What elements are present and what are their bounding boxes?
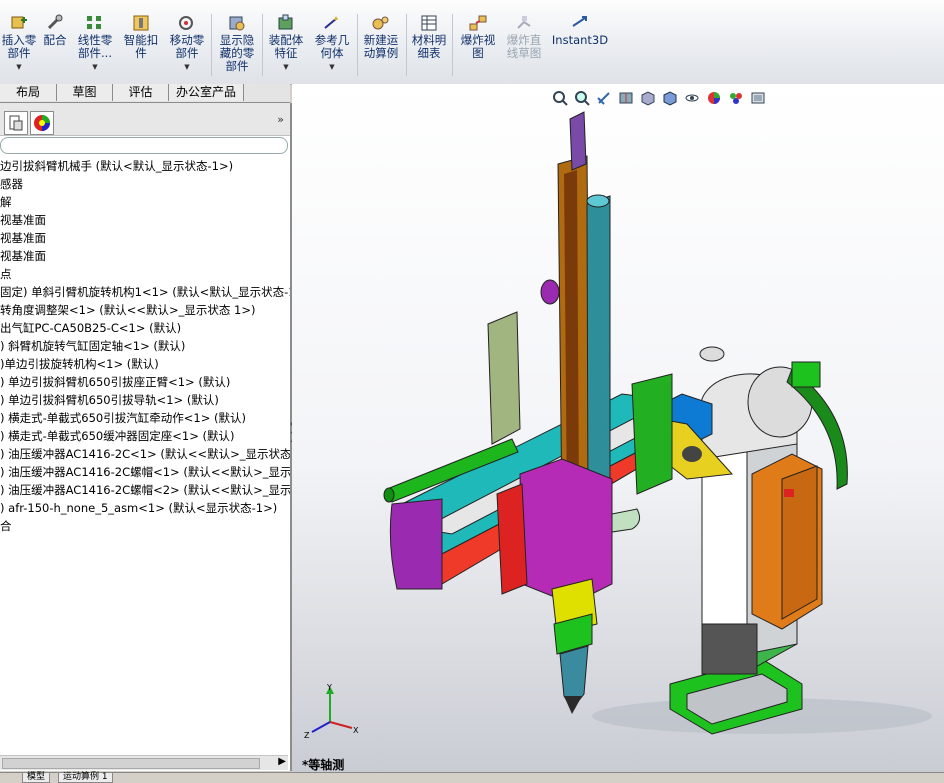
property-manager-icon <box>9 115 23 131</box>
command-manager-toolbar: 插入零 部件 ▼ 配合 线性零 部件... ▼ 智能扣 件 移动零 部件 ▼ 显… <box>0 0 944 85</box>
tree-item[interactable]: ) 油压缓冲器AC1416-2C<1> (默认<<默认>_显示状态 1 <box>0 445 290 463</box>
view-name-label: *等轴测 <box>302 758 345 772</box>
chevron-down-icon[interactable]: ▼ <box>16 61 21 74</box>
toolbar-separator <box>452 14 453 76</box>
tab-layout[interactable]: 布局 <box>0 84 57 101</box>
new-motion-study-icon <box>372 16 389 30</box>
tree-item[interactable]: ) 油压缓冲器AC1416-2C螺帽<1> (默认<<默认>_显示状 <box>0 463 290 481</box>
exploded-view-icon <box>469 15 487 31</box>
expand-panel-button[interactable]: » <box>277 113 284 126</box>
tree-filter-input[interactable] <box>0 137 288 154</box>
insert-component-icon <box>11 16 27 29</box>
display-manager-icon <box>34 115 50 131</box>
tree-item[interactable]: 视基准面 <box>0 247 290 265</box>
tab-motion-study[interactable]: 运动算例 1 <box>58 773 113 783</box>
triad-y-label: Y <box>326 683 332 692</box>
chevron-down-icon[interactable]: ▼ <box>184 61 189 74</box>
tree-item[interactable]: 固定) 单斜引臂机旋转机构1<1> (默认<默认_显示状态-1 <box>0 283 290 301</box>
explode-line-sketch-icon <box>517 16 531 29</box>
tab-office-products[interactable]: 办公室产品 <box>169 84 244 101</box>
mate-icon <box>47 14 63 30</box>
tree-item[interactable]: 视基准面 <box>0 211 290 229</box>
robot-arm-model[interactable] <box>292 84 944 774</box>
smart-fasteners-button[interactable]: 智能扣 件 <box>121 14 161 60</box>
toolbar-separator <box>357 14 358 76</box>
bracket-plate <box>487 311 521 445</box>
linear-pattern-icon <box>87 16 101 29</box>
mate-button[interactable]: 配合 <box>40 14 70 47</box>
toolbar-separator <box>406 14 407 76</box>
move-component-icon <box>179 16 193 30</box>
coordinate-triad: Y X Z <box>304 683 359 740</box>
gripper-carriage <box>496 458 641 635</box>
assembly-features-icon <box>278 14 293 30</box>
tree-item[interactable]: 解 <box>0 193 290 211</box>
assembly-features-button[interactable]: 装配体 特征 ▼ <box>265 14 307 74</box>
triad-x-label: X <box>353 726 359 735</box>
chevron-down-icon[interactable]: ▼ <box>329 61 334 74</box>
tree-item[interactable]: ) 横走式-单截式650引拔汽缸牵动作<1> (默认) <box>0 409 290 427</box>
tree-item[interactable]: ) 单边引拔斜臂机650引拔导轨<1> (默认) <box>0 391 290 409</box>
triad-z-label: Z <box>304 731 310 740</box>
tab-sketch[interactable]: 草图 <box>57 84 113 101</box>
panel-tabs: » <box>0 103 290 136</box>
show-hidden-components-button[interactable]: 显示隐 藏的零 部件 <box>215 14 259 73</box>
tab-evaluate[interactable]: 评估 <box>113 84 169 101</box>
tree-item[interactable]: 合 <box>0 517 290 535</box>
command-manager-tabs: 布局 草图 评估 办公室产品 <box>0 84 290 103</box>
tree-item[interactable]: ) 横走式-单截式650缓冲器固定座<1> (默认) <box>0 427 290 445</box>
explode-line-sketch-button[interactable]: 爆炸直 线草图 <box>502 14 546 60</box>
toolbar-separator <box>262 14 263 76</box>
toolbar-separator <box>211 14 212 76</box>
property-manager-tab[interactable] <box>4 111 28 135</box>
smart-fasteners-icon <box>133 15 149 31</box>
reference-geometry-button[interactable]: 参考几 何体 ▼ <box>310 14 354 74</box>
linear-pattern-button[interactable]: 线性零 部件... ▼ <box>74 14 116 74</box>
display-manager-tab[interactable] <box>30 111 54 135</box>
tree-item[interactable]: 出气缸PC-CA50B25-C<1> (默认) <box>0 319 290 337</box>
instant3d-button[interactable]: Instant3D <box>552 14 608 47</box>
new-motion-study-button[interactable]: 新建运 动算例 <box>360 14 402 60</box>
tree-item[interactable]: ) 油压缓冲器AC1416-2C螺帽<2> (默认<<默认>_显示状 <box>0 481 290 499</box>
feature-tree: 边引拔斜臂机械手 (默认<默认_显示状态-1>) 感器 解 视基准面 视基准面 … <box>0 157 290 717</box>
horizontal-scrollbar[interactable]: ▶ <box>0 755 288 770</box>
gripper-tool <box>553 613 593 714</box>
tree-item[interactable]: ) afr-150-h_none_5_asm<1> (默认<显示状态-1>) <box>0 499 290 517</box>
chevron-down-icon[interactable]: ▼ <box>283 61 288 74</box>
tree-item[interactable]: 感器 <box>0 175 290 193</box>
instant3d-icon <box>572 16 587 27</box>
tree-item[interactable]: ) 单边引拔斜臂机650引拔座正臂<1> (默认) <box>0 373 290 391</box>
control-box <box>751 453 823 630</box>
bill-of-materials-button[interactable]: 材料明 细表 <box>409 14 449 60</box>
tree-item[interactable]: 视基准面 <box>0 229 290 247</box>
show-hidden-icon <box>229 16 245 31</box>
scroll-right-icon[interactable]: ▶ <box>278 756 286 767</box>
tree-item[interactable]: 点 <box>0 265 290 283</box>
chevron-down-icon[interactable]: ▼ <box>92 61 97 74</box>
scrollbar-thumb[interactable] <box>2 758 260 769</box>
reference-geometry-icon <box>324 16 338 29</box>
bill-of-materials-icon <box>421 15 437 31</box>
tree-item[interactable]: )单边引拔旋转机构<1> (默认) <box>0 355 290 373</box>
tree-item[interactable]: 边引拔斜臂机械手 (默认<默认_显示状态-1>) <box>0 157 290 175</box>
feature-manager-panel: » 边引拔斜臂机械手 (默认<默认_显示状态-1>) 感器 解 视基准面 视基准… <box>0 103 292 771</box>
tree-item[interactable]: 转角度调整架<1> (默认<<默认>_显示状态 1>) <box>0 301 290 319</box>
move-component-button[interactable]: 移动零 部件 ▼ <box>166 14 208 74</box>
insert-component-button[interactable]: 插入零 部件 ▼ <box>2 14 36 74</box>
graphics-area[interactable]: Y X Z *等轴测 <box>292 84 944 774</box>
tree-item[interactable]: ) 斜臂机旋转气缸固定轴<1> (默认) <box>0 337 290 355</box>
exploded-view-button[interactable]: 爆炸视 图 <box>456 14 500 60</box>
tab-model[interactable]: 模型 <box>22 773 51 783</box>
